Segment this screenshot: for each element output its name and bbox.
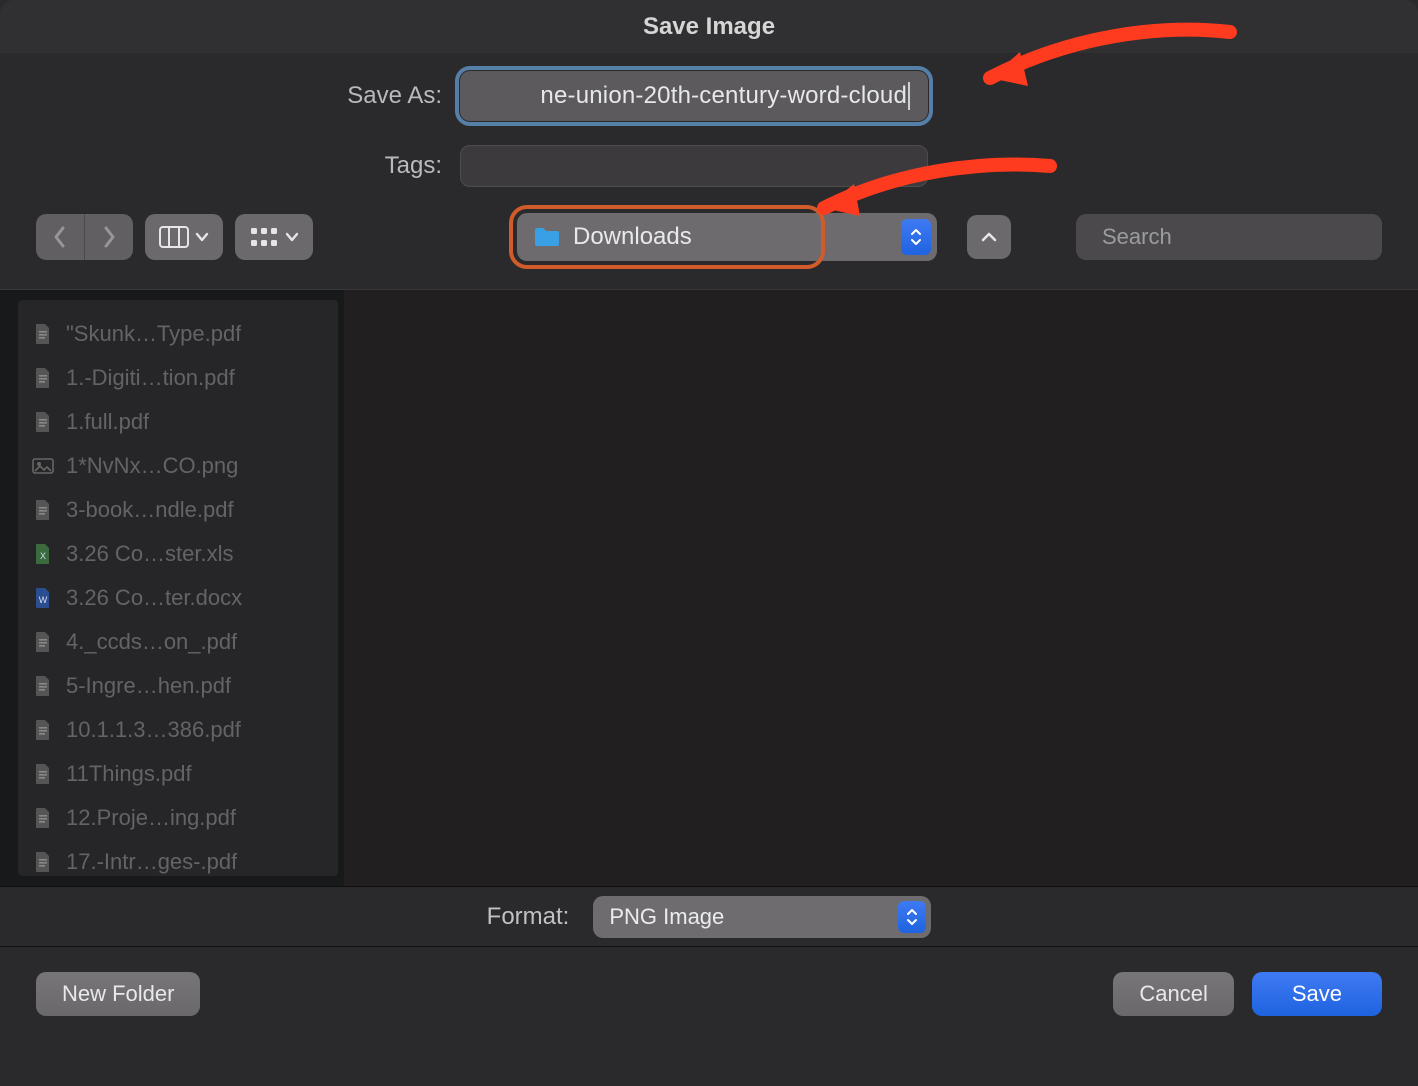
tags-label: Tags:: [0, 152, 460, 180]
search-input[interactable]: [1100, 223, 1392, 251]
search-field[interactable]: [1076, 214, 1382, 260]
file-row[interactable]: 1.-Digiti…tion.pdf: [32, 356, 324, 400]
file-row[interactable]: 1*NvNx…CO.png: [32, 444, 324, 488]
file-row[interactable]: 17.-Intr…ges-.pdf: [32, 840, 324, 876]
file-row[interactable]: 3-book…ndle.pdf: [32, 488, 324, 532]
view-grouping-button[interactable]: [235, 214, 313, 260]
file-browser: "Skunk…Type.pdf 1.-Digiti…tion.pdf 1.full.…: [0, 289, 1418, 887]
nav-forward-button[interactable]: [85, 214, 133, 260]
docx-file-icon: W: [32, 587, 54, 609]
save-form: Save As: ne-union-20th-century-word-clou…: [0, 53, 1418, 213]
file-name: 11Things.pdf: [66, 761, 192, 787]
svg-text:W: W: [39, 595, 48, 605]
file-preview: [344, 290, 1418, 886]
file-name: 1.-Digiti…tion.pdf: [66, 365, 235, 391]
columns-icon: [159, 226, 189, 248]
text-caret: [908, 82, 910, 110]
nav-segment: [36, 214, 133, 260]
dialog-footer: New Folder Cancel Save: [0, 947, 1418, 1041]
file-name: 17.-Intr…ges-.pdf: [66, 849, 237, 875]
file-row[interactable]: 4._ccds…on_.pdf: [32, 620, 324, 664]
format-select[interactable]: PNG Image: [593, 896, 931, 938]
save-as-value: ne-union-20th-century-word-cloud: [540, 82, 907, 110]
svg-text:X: X: [40, 551, 46, 561]
view-columns-button[interactable]: [145, 214, 223, 260]
file-name: "Skunk…Type.pdf: [66, 321, 241, 347]
file-row[interactable]: "Skunk…Type.pdf: [32, 312, 324, 356]
doc-file-icon: [32, 411, 54, 433]
save-button[interactable]: Save: [1252, 972, 1382, 1016]
file-list[interactable]: "Skunk…Type.pdf 1.-Digiti…tion.pdf 1.full.…: [18, 300, 338, 876]
file-row[interactable]: X 3.26 Co…ster.xls: [32, 532, 324, 576]
chevron-up-icon: [980, 231, 998, 243]
format-label: Format:: [487, 903, 570, 931]
file-name: 1*NvNx…CO.png: [66, 453, 238, 479]
file-row[interactable]: 5-Ingre…hen.pdf: [32, 664, 324, 708]
file-row[interactable]: W 3.26 Co…ter.docx: [32, 576, 324, 620]
doc-file-icon: [32, 719, 54, 741]
file-name: 3-book…ndle.pdf: [66, 497, 234, 523]
file-name: 5-Ingre…hen.pdf: [66, 673, 231, 699]
window-titlebar: Save Image: [0, 0, 1418, 53]
file-name: 3.26 Co…ter.docx: [66, 585, 242, 611]
image-file-icon: [32, 458, 54, 474]
doc-file-icon: [32, 851, 54, 873]
format-bar: Format: PNG Image: [0, 887, 1418, 947]
grid-group-icon: [249, 226, 279, 248]
file-name: 1.full.pdf: [66, 409, 149, 435]
file-name: 12.Proje…ing.pdf: [66, 805, 236, 831]
location-popup[interactable]: Downloads: [517, 213, 937, 261]
collapse-browser-button[interactable]: [967, 215, 1011, 259]
file-row[interactable]: 1.full.pdf: [32, 400, 324, 444]
location-popup-wrap: Downloads: [517, 213, 937, 261]
file-row[interactable]: 10.1.1.3…386.pdf: [32, 708, 324, 752]
chevron-down-icon: [195, 232, 209, 242]
doc-file-icon: [32, 367, 54, 389]
new-folder-button[interactable]: New Folder: [36, 972, 200, 1016]
format-value: PNG Image: [609, 904, 724, 930]
file-name: 10.1.1.3…386.pdf: [66, 717, 241, 743]
save-as-field[interactable]: ne-union-20th-century-word-cloud: [460, 71, 928, 121]
doc-file-icon: [32, 807, 54, 829]
window-title: Save Image: [643, 13, 775, 41]
location-label: Downloads: [573, 223, 692, 251]
doc-file-icon: [32, 631, 54, 653]
file-browser-toolbar: Downloads: [0, 213, 1418, 289]
tags-field[interactable]: [460, 145, 928, 187]
file-name: 4._ccds…on_.pdf: [66, 629, 237, 655]
cancel-button[interactable]: Cancel: [1113, 972, 1233, 1016]
doc-file-icon: [32, 763, 54, 785]
doc-file-icon: [32, 499, 54, 521]
chevron-left-icon: [52, 225, 68, 249]
folder-icon: [533, 226, 561, 248]
doc-file-icon: [32, 323, 54, 345]
nav-back-button[interactable]: [36, 214, 84, 260]
save-as-label: Save As:: [0, 82, 460, 110]
doc-file-icon: [32, 675, 54, 697]
file-row[interactable]: 12.Proje…ing.pdf: [32, 796, 324, 840]
popup-stepper-icon: [898, 901, 926, 933]
file-name: 3.26 Co…ster.xls: [66, 541, 234, 567]
popup-stepper-icon: [901, 219, 931, 255]
xls-file-icon: X: [32, 543, 54, 565]
file-row[interactable]: 11Things.pdf: [32, 752, 324, 796]
chevron-down-icon: [285, 232, 299, 242]
chevron-right-icon: [101, 225, 117, 249]
